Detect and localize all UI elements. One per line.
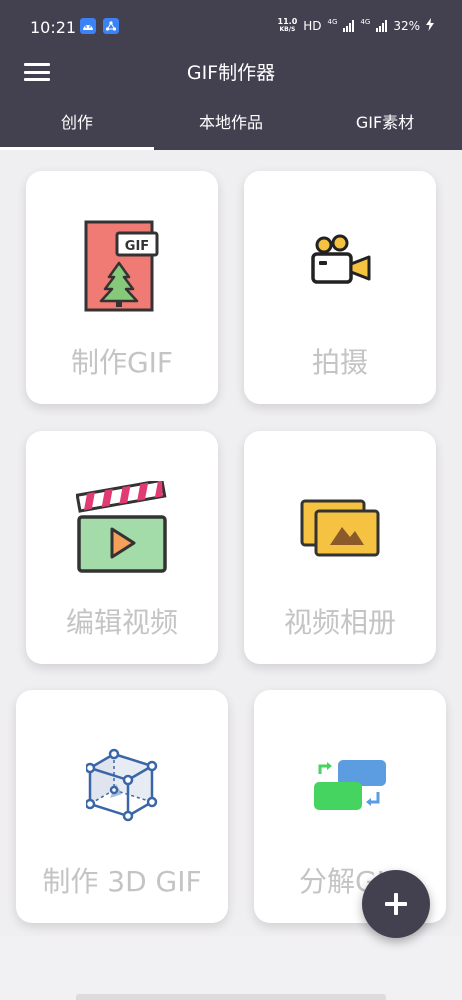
- network-type-1: 4G: [327, 18, 338, 26]
- status-time: 10:21: [30, 18, 77, 37]
- network-type-2: 4G: [360, 18, 371, 26]
- card-make-gif[interactable]: GIF 制作GIF: [26, 171, 218, 404]
- 3d-cube-icon: [86, 748, 158, 822]
- bottom-area: [0, 936, 462, 1000]
- status-bar: 10:21 11.0 KB/S HD 4G 4G 32%: [0, 0, 462, 56]
- status-right: 11.0 KB/S HD 4G 4G 32%: [278, 18, 434, 34]
- add-fab-button[interactable]: [362, 870, 430, 938]
- hd-label: HD: [303, 19, 322, 33]
- tab-local-works[interactable]: 本地作品: [154, 98, 308, 150]
- signal-icon: [343, 20, 355, 32]
- charging-icon: [426, 18, 434, 34]
- card-label: 拍摄: [311, 346, 368, 379]
- tab-gif-materials[interactable]: GIF素材: [308, 98, 462, 150]
- plus-icon: [385, 893, 407, 915]
- card-video-album[interactable]: 视频相册: [244, 431, 436, 664]
- card-edit-video[interactable]: 编辑视频: [26, 431, 218, 664]
- signal-icon: [376, 20, 388, 32]
- net-speed-unit: KB/S: [279, 26, 296, 33]
- app-title: GIF制作器: [186, 62, 276, 84]
- card-shoot[interactable]: 拍摄: [244, 171, 436, 404]
- app-bar: GIF制作器: [0, 56, 462, 98]
- share-notification-icon: [103, 18, 119, 34]
- svg-text:GIF: GIF: [125, 239, 149, 254]
- net-speed-value: 11.0: [277, 17, 298, 26]
- card-label: 制作GIF: [70, 346, 174, 379]
- card-make-3d-gif[interactable]: 制作 3D GIF: [16, 690, 228, 923]
- navigation-handle[interactable]: [76, 994, 386, 1000]
- card-label: 编辑视频: [65, 606, 178, 639]
- network-speed: 11.0 KB/S: [278, 18, 298, 34]
- tab-create[interactable]: 创作: [0, 98, 154, 150]
- photo-album-icon: [300, 499, 380, 557]
- split-frames-icon: [314, 760, 386, 810]
- tab-bar: 创作 本地作品 GIF素材: [0, 98, 462, 150]
- battery-level: 32%: [393, 19, 420, 33]
- card-label: 视频相册: [283, 606, 396, 639]
- clapperboard-icon: [76, 481, 167, 573]
- video-camera-icon: [311, 234, 371, 284]
- gif-document-icon: GIF: [84, 220, 159, 312]
- card-label: 制作 3D GIF: [42, 865, 202, 898]
- android-notification-icon: [80, 18, 96, 34]
